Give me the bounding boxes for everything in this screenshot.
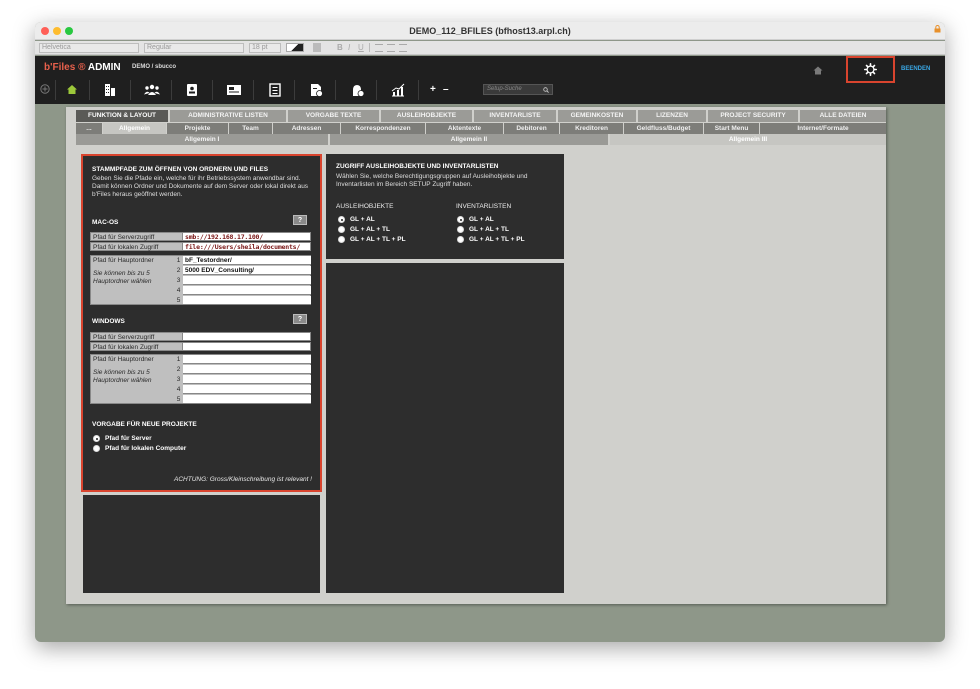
correspondence-icon[interactable] (225, 82, 243, 98)
radio-inventory-gl-al-tl-pl[interactable] (457, 236, 464, 243)
highlight-frame (81, 154, 322, 492)
radio-inventory-gl-al[interactable] (457, 216, 464, 223)
inventory-column-title: INVENTARLISTEN (456, 203, 512, 210)
align-center-icon[interactable] (387, 44, 395, 52)
tab-ausleihobjekte[interactable]: AUSLEIHOBJEKTE (381, 110, 472, 122)
window-title: DEMO_112_BFILES (bfhost13.arpl.ch) (409, 26, 571, 36)
italic-button[interactable]: I (348, 43, 350, 52)
address-book-icon[interactable] (183, 82, 201, 98)
zoom-in-button[interactable]: + (430, 84, 436, 95)
access-panel-title: ZUGRIFF AUSLEIHOBJEKTE UND INVENTARLISTE… (336, 163, 499, 170)
checklist-icon[interactable] (266, 82, 284, 98)
color-swatch[interactable] (286, 43, 304, 52)
radio-lending-gl-al-tl[interactable] (338, 226, 345, 233)
align-left-icon[interactable] (375, 44, 383, 52)
tab-allgemein-3[interactable]: Allgemein III (610, 134, 886, 145)
empty-panel-right (326, 263, 564, 593)
tab-team[interactable]: Team (229, 123, 272, 134)
lending-column-title: AUSLEIHOBJEKTE (336, 203, 394, 210)
tab-projekte[interactable]: Projekte (167, 123, 228, 134)
expenses-icon[interactable] (348, 82, 366, 98)
add-circle-icon[interactable] (40, 84, 50, 94)
tab-adressen[interactable]: Adressen (273, 123, 340, 134)
access-panel-intro: Wählen Sie, welche Berechtigungsgruppen … (336, 173, 528, 188)
tab-start-menu[interactable]: Start Menu (704, 123, 759, 134)
tab-funktion-layout[interactable]: FUNKTION & LAYOUT (76, 110, 168, 122)
app-window: DEMO_112_BFILES (bfhost13.arpl.ch) Helve… (35, 22, 945, 642)
lock-icon (934, 25, 941, 33)
style-select[interactable]: Regular (144, 43, 244, 53)
align-icon[interactable] (313, 43, 321, 52)
radio-lending-gl-al-label: GL + AL (350, 216, 375, 223)
align-right-icon[interactable] (399, 44, 407, 52)
tab-internet-formate[interactable]: Internet/Formate (760, 123, 886, 134)
tab-aktentexte[interactable]: Aktentexte (426, 123, 503, 134)
team-icon[interactable] (143, 82, 161, 98)
tab-allgemein[interactable]: Allgemein (103, 123, 166, 134)
title-bar: DEMO_112_BFILES (bfhost13.arpl.ch) (35, 22, 945, 40)
tab-korrespondenzen[interactable]: Korrespondenzen (341, 123, 425, 134)
home-icon[interactable] (813, 66, 823, 75)
setup-search-input[interactable]: Setup-Suche (483, 84, 553, 95)
company-icon[interactable] (101, 82, 119, 98)
tab-administrative-listen[interactable]: ADMINISTRATIVE LISTEN (170, 110, 286, 122)
tab-allgemein-1[interactable]: Allgemein I (76, 134, 328, 145)
home-active-icon[interactable] (63, 82, 81, 98)
bold-button[interactable]: B (337, 43, 343, 52)
tab-kreditoren[interactable]: Kreditoren (560, 123, 623, 134)
radio-inventory-gl-al-tl-label: GL + AL + TL (469, 226, 509, 233)
tab-vorgabe-texte[interactable]: VORGABE TEXTE (288, 110, 379, 122)
font-select[interactable]: Helvetica (39, 43, 139, 53)
tab-geldfluss-budget[interactable]: Geldfluss/Budget (624, 123, 703, 134)
search-placeholder: Setup-Suche (487, 86, 522, 92)
access-panel: ZUGRIFF AUSLEIHOBJEKTE UND INVENTARLISTE… (326, 154, 564, 259)
empty-panel-left (83, 495, 320, 593)
underline-button[interactable]: U (358, 43, 364, 52)
quit-button[interactable]: BEENDEN (901, 66, 930, 72)
app-toolbar: b'Files ® ADMIN DEMO / sbucco BEENDEN + … (35, 56, 945, 104)
tab-gemeinkosten[interactable]: GEMEINKOSTEN (558, 110, 636, 122)
radio-inventory-gl-al-label: GL + AL (469, 216, 494, 223)
radio-inventory-gl-al-tl[interactable] (457, 226, 464, 233)
size-select[interactable]: 18 pt (249, 43, 281, 53)
tab-more[interactable]: ... (76, 123, 102, 134)
settings-button[interactable] (846, 56, 895, 83)
search-icon[interactable] (543, 87, 549, 93)
tab-allgemein-2[interactable]: Allgemein II (330, 134, 608, 145)
format-bar: Helvetica Regular 18 pt B I U (35, 41, 945, 55)
tab-alle-dateien[interactable]: ALLE DATEIEN (800, 110, 886, 122)
chart-icon[interactable] (389, 82, 407, 98)
radio-lending-gl-al-tl-label: GL + AL + TL (350, 226, 390, 233)
zoom-out-button[interactable]: – (443, 84, 449, 95)
radio-lending-gl-al[interactable] (338, 216, 345, 223)
tab-project-security[interactable]: PROJECT SECURITY (708, 110, 798, 122)
radio-lending-gl-al-tl-pl-label: GL + AL + TL + PL (350, 236, 406, 243)
invoice-icon[interactable] (307, 82, 325, 98)
brand-logo: b'Files ® ADMIN (44, 62, 121, 73)
radio-lending-gl-al-tl-pl[interactable] (338, 236, 345, 243)
user-info: DEMO / sbucco (132, 64, 177, 70)
radio-inventory-gl-al-tl-pl-label: GL + AL + TL + PL (469, 236, 525, 243)
tab-debitoren[interactable]: Debitoren (504, 123, 559, 134)
gear-icon (864, 63, 877, 76)
setup-content: FUNKTION & LAYOUT ADMINISTRATIVE LISTEN … (66, 107, 886, 604)
tab-inventarliste[interactable]: INVENTARLISTE (474, 110, 556, 122)
tab-lizenzen[interactable]: LIZENZEN (638, 110, 706, 122)
